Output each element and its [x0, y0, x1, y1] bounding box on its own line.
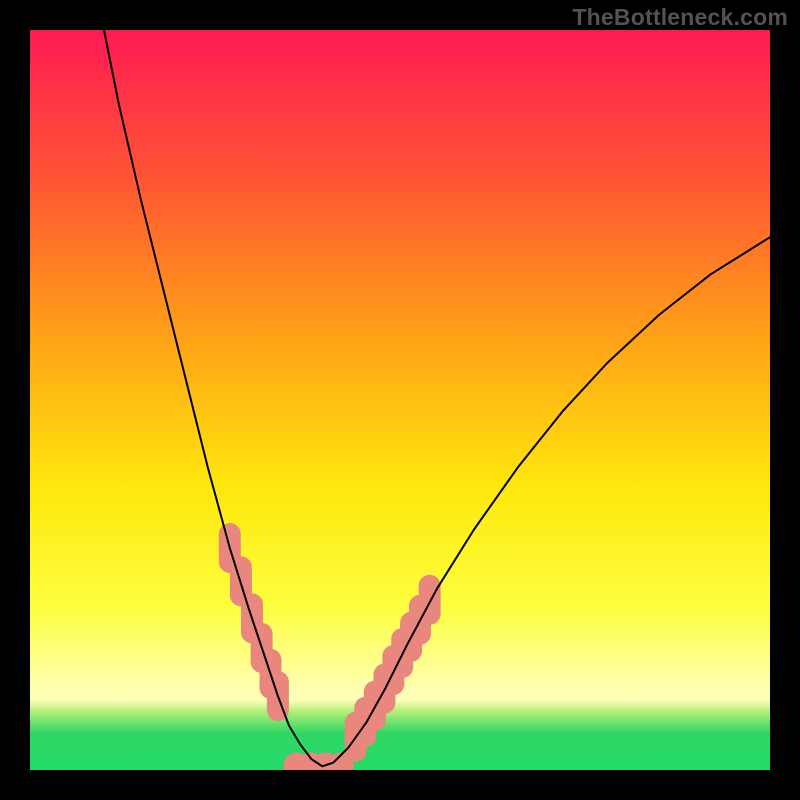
chart-container: TheBottleneck.com	[0, 0, 800, 800]
bottleneck-chart	[0, 0, 800, 800]
watermark-text: TheBottleneck.com	[572, 4, 788, 31]
